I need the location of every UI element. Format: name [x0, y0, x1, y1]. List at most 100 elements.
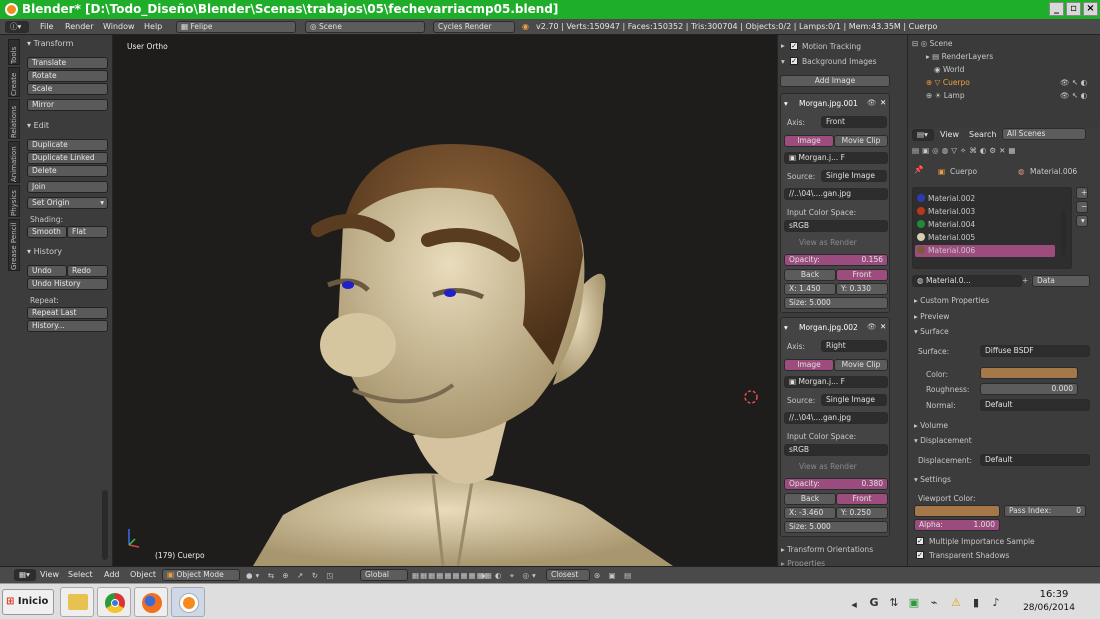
- delete-button[interactable]: Delete: [27, 165, 108, 177]
- offset-y-field[interactable]: Y: 0.250: [836, 507, 888, 519]
- back-toggle[interactable]: Back: [784, 493, 836, 505]
- surface-shader-select[interactable]: Diffuse BSDF: [980, 345, 1090, 357]
- scale-button[interactable]: Scale: [27, 83, 108, 95]
- start-button[interactable]: ⊞ Inicio: [2, 589, 54, 615]
- properties-context-icons[interactable]: ▤▣◎◍▽✧⌘◐⚙✕▦: [912, 146, 1018, 155]
- chrome-taskbar-icon[interactable]: [97, 587, 131, 617]
- explorer-taskbar-icon[interactable]: [60, 587, 94, 617]
- clock-time[interactable]: 16:39: [1030, 589, 1078, 600]
- mirror-button[interactable]: Mirror: [27, 99, 108, 111]
- scene-selector[interactable]: ◎ Scene: [305, 21, 425, 33]
- image-file-field[interactable]: ▣ Morgan.j... F: [784, 376, 888, 388]
- background-images-checkbox[interactable]: ✓: [790, 57, 798, 65]
- surface-header[interactable]: ▾ Surface: [914, 327, 949, 336]
- background-images-expander[interactable]: ▾: [781, 57, 785, 66]
- axis-select[interactable]: Right: [821, 340, 887, 352]
- opacity-slider[interactable]: Opacity: 0.156: [784, 254, 888, 266]
- tab-tools[interactable]: Tools: [8, 39, 20, 65]
- edit-header[interactable]: ▾ Edit: [27, 121, 49, 130]
- movie-clip-tab[interactable]: Movie Clip: [834, 359, 888, 371]
- smooth-button[interactable]: Smooth: [27, 226, 67, 238]
- view-as-render-label[interactable]: View as Render: [799, 462, 857, 471]
- history-header[interactable]: ▾ History: [27, 247, 62, 256]
- sync-tray-icon[interactable]: ⇅: [888, 596, 900, 609]
- slot-specials-button[interactable]: ▾: [1076, 215, 1088, 227]
- transform-header[interactable]: ▾ Transform: [27, 39, 73, 48]
- snap-target-select[interactable]: Closest: [546, 569, 590, 581]
- view-menu[interactable]: View: [940, 130, 959, 139]
- viewport-color-swatch[interactable]: [914, 505, 1000, 517]
- warning-tray-icon[interactable]: ⚠: [950, 596, 962, 609]
- tab-create[interactable]: Create: [8, 67, 20, 97]
- history-button[interactable]: History...: [27, 320, 108, 332]
- firefox-taskbar-icon[interactable]: [134, 587, 168, 617]
- source-select[interactable]: Single Image: [821, 394, 887, 406]
- color-space-select[interactable]: sRGB: [784, 444, 888, 456]
- size-field[interactable]: Size: 5.000: [784, 521, 888, 533]
- editor-type-icon[interactable]: ⓘ▾: [5, 21, 29, 33]
- renderlayers-row[interactable]: ▸ ▤ RenderLayers: [926, 52, 993, 61]
- roughness-slider[interactable]: 0.000: [980, 383, 1078, 395]
- tab-grease-pencil[interactable]: Grease Pencil: [8, 219, 20, 271]
- tab-animation[interactable]: Animation: [8, 141, 20, 183]
- remove-image-1-icon[interactable]: ✕: [880, 98, 886, 107]
- render-icons[interactable]: ⊛ ▣ ▤: [594, 571, 634, 580]
- menu-file[interactable]: File: [40, 22, 53, 31]
- back-toggle[interactable]: Back: [784, 269, 836, 281]
- image-tab[interactable]: Image: [784, 359, 834, 371]
- clock-date[interactable]: 28/06/2014: [1014, 603, 1084, 613]
- character-model[interactable]: [113, 35, 777, 566]
- view-as-render-label[interactable]: View as Render: [799, 238, 857, 247]
- size-field[interactable]: Size: 5.000: [784, 297, 888, 309]
- add-slot-button[interactable]: +: [1076, 187, 1088, 199]
- link-data-select[interactable]: Data: [1032, 275, 1090, 287]
- join-button[interactable]: Join: [27, 181, 108, 193]
- tab-relations[interactable]: Relations: [8, 99, 20, 139]
- undo-history-button[interactable]: Undo History: [27, 278, 108, 290]
- select-menu[interactable]: Select: [68, 570, 93, 579]
- visibility-icon[interactable]: 👁 ↖ ◐: [1060, 91, 1087, 100]
- 3d-viewport[interactable]: User Ortho (179) Cuerpo: [113, 35, 777, 566]
- blender-taskbar-icon[interactable]: [171, 587, 205, 617]
- flat-button[interactable]: Flat: [67, 226, 108, 238]
- cuerpo-row[interactable]: ⊕ ▽ Cuerpo: [926, 78, 970, 87]
- eye-icon[interactable]: 👁: [867, 322, 877, 331]
- image-file-field[interactable]: ▣ Morgan.j... F: [784, 152, 888, 164]
- add-image-button[interactable]: Add Image: [780, 75, 890, 87]
- eye-icon[interactable]: 👁: [867, 98, 877, 107]
- motion-tracking-checkbox[interactable]: ✓: [790, 42, 798, 50]
- offset-x-field[interactable]: X: 1.450: [784, 283, 836, 295]
- close-window-button[interactable]: ×: [1083, 2, 1098, 16]
- snap-icons[interactable]: ◉ ◐ ⌖ ◎▾: [480, 571, 539, 581]
- object-menu[interactable]: Object: [130, 570, 156, 579]
- volume-tray-icon[interactable]: ♪: [990, 596, 1002, 609]
- tab-physics[interactable]: Physics: [8, 185, 20, 217]
- all-scenes-select[interactable]: All Scenes: [1002, 128, 1086, 140]
- material-slot-002[interactable]: Material.002: [917, 194, 975, 203]
- toolshelf-scrollbar[interactable]: [102, 490, 108, 560]
- search-menu[interactable]: Search: [969, 130, 996, 139]
- maximize-button[interactable]: ▫: [1066, 2, 1081, 16]
- lamp-row[interactable]: ⊕ ☀ Lamp: [926, 91, 965, 100]
- screen-selector[interactable]: ▦ Felipe: [176, 21, 296, 33]
- transform-orientations-header[interactable]: ▸ Transform Orientations: [781, 545, 873, 554]
- material-slot-004[interactable]: Material.004: [917, 220, 975, 229]
- show-hidden-icons-icon[interactable]: ◂: [848, 598, 860, 611]
- rotate-button[interactable]: Rotate: [27, 70, 108, 82]
- set-origin-button[interactable]: Set Origin ▾: [27, 197, 108, 209]
- mode-select[interactable]: ▣ Object Mode: [162, 569, 240, 581]
- image-tab[interactable]: Image: [784, 135, 834, 147]
- pin-icon[interactable]: 📌: [914, 165, 923, 174]
- source-select[interactable]: Single Image: [821, 170, 887, 182]
- visibility-icon[interactable]: 👁 ↖ ◐: [1060, 78, 1087, 87]
- nvidia-tray-icon[interactable]: ▣: [908, 596, 920, 609]
- normal-select[interactable]: Default: [980, 399, 1090, 411]
- undo-button[interactable]: Undo: [27, 265, 67, 277]
- front-toggle[interactable]: Front: [836, 493, 888, 505]
- menu-render[interactable]: Render: [65, 22, 93, 31]
- redo-button[interactable]: Redo: [67, 265, 108, 277]
- displacement-select[interactable]: Default: [980, 454, 1090, 466]
- diffuse-color-swatch[interactable]: [980, 367, 1078, 379]
- image-1-expander[interactable]: ▾: [784, 99, 788, 108]
- pass-index-field[interactable]: Pass Index: 0: [1004, 505, 1086, 517]
